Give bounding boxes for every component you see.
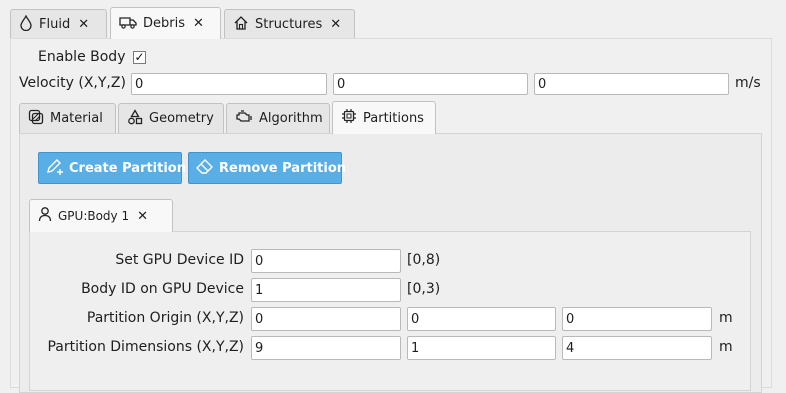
body-id-field[interactable]: [251, 278, 401, 302]
dims-z-field[interactable]: [562, 336, 712, 360]
material-icon: [28, 109, 44, 129]
dims-unit: m: [719, 339, 733, 355]
tab-label: Material: [50, 111, 103, 126]
origin-label: Partition Origin (X,Y,Z): [86, 310, 244, 326]
tab-algorithm[interactable]: Algorithm: [226, 103, 330, 133]
tab-partitions[interactable]: Partitions: [332, 101, 436, 134]
close-icon[interactable]: ✕: [78, 17, 89, 32]
enable-body-label: Enable Body: [38, 49, 126, 65]
engine-icon: [235, 109, 253, 128]
tab-label: GPU:Body 1: [58, 209, 130, 223]
tab-label: Fluid: [39, 17, 71, 32]
close-icon[interactable]: ✕: [193, 16, 204, 31]
tab-label: Algorithm: [259, 111, 323, 126]
remove-partition-label: Remove Partition: [219, 160, 347, 176]
person-icon: [38, 206, 52, 226]
close-icon[interactable]: ✕: [330, 17, 341, 32]
gpu-id-range: [0,8): [407, 252, 441, 268]
body-id-range: [0,3): [407, 281, 441, 297]
velocity-label: Velocity (X,Y,Z): [19, 75, 126, 91]
create-partition-label: Create Partition: [69, 160, 186, 176]
tab-gpu-body[interactable]: GPU:Body 1 ✕: [29, 199, 173, 232]
eraser-icon: [195, 157, 215, 179]
origin-z-field[interactable]: [562, 307, 712, 331]
tab-fluid[interactable]: Fluid ✕: [10, 9, 107, 39]
checkmark-icon: ✓: [134, 50, 145, 64]
pencil-plus-icon: [45, 157, 65, 179]
tab-structures[interactable]: Structures ✕: [224, 9, 355, 39]
enable-body-checkbox[interactable]: ✓: [133, 51, 146, 64]
create-partition-button[interactable]: Create Partition: [38, 152, 186, 184]
close-icon[interactable]: ✕: [137, 209, 148, 224]
velocity-unit: m/s: [735, 75, 761, 91]
tab-debris[interactable]: Debris ✕: [110, 7, 221, 39]
tab-label: Partitions: [363, 110, 424, 126]
gpu-id-field[interactable]: [251, 249, 401, 273]
tab-label: Geometry: [149, 111, 214, 126]
velocity-x-field[interactable]: [131, 73, 327, 95]
truck-icon: [119, 15, 137, 33]
velocity-z-field[interactable]: [534, 73, 729, 95]
chip-icon: [341, 108, 357, 128]
gpu-id-label: Set GPU Device ID: [115, 252, 244, 268]
droplet-icon: [19, 14, 33, 35]
body-id-label: Body ID on GPU Device: [81, 281, 244, 297]
tab-label: Debris: [143, 16, 185, 31]
tab-label: Structures: [255, 17, 323, 32]
tab-geometry[interactable]: Geometry: [118, 103, 224, 133]
tab-material[interactable]: Material: [19, 103, 116, 133]
dims-y-field[interactable]: [407, 336, 556, 360]
origin-x-field[interactable]: [251, 307, 401, 331]
velocity-y-field[interactable]: [333, 73, 528, 95]
origin-unit: m: [719, 310, 733, 326]
remove-partition-button[interactable]: Remove Partition: [188, 152, 346, 184]
origin-y-field[interactable]: [407, 307, 556, 331]
dims-x-field[interactable]: [251, 336, 401, 360]
house-icon: [233, 15, 249, 35]
shapes-icon: [127, 108, 143, 129]
dims-label: Partition Dimensions (X,Y,Z): [47, 339, 244, 355]
